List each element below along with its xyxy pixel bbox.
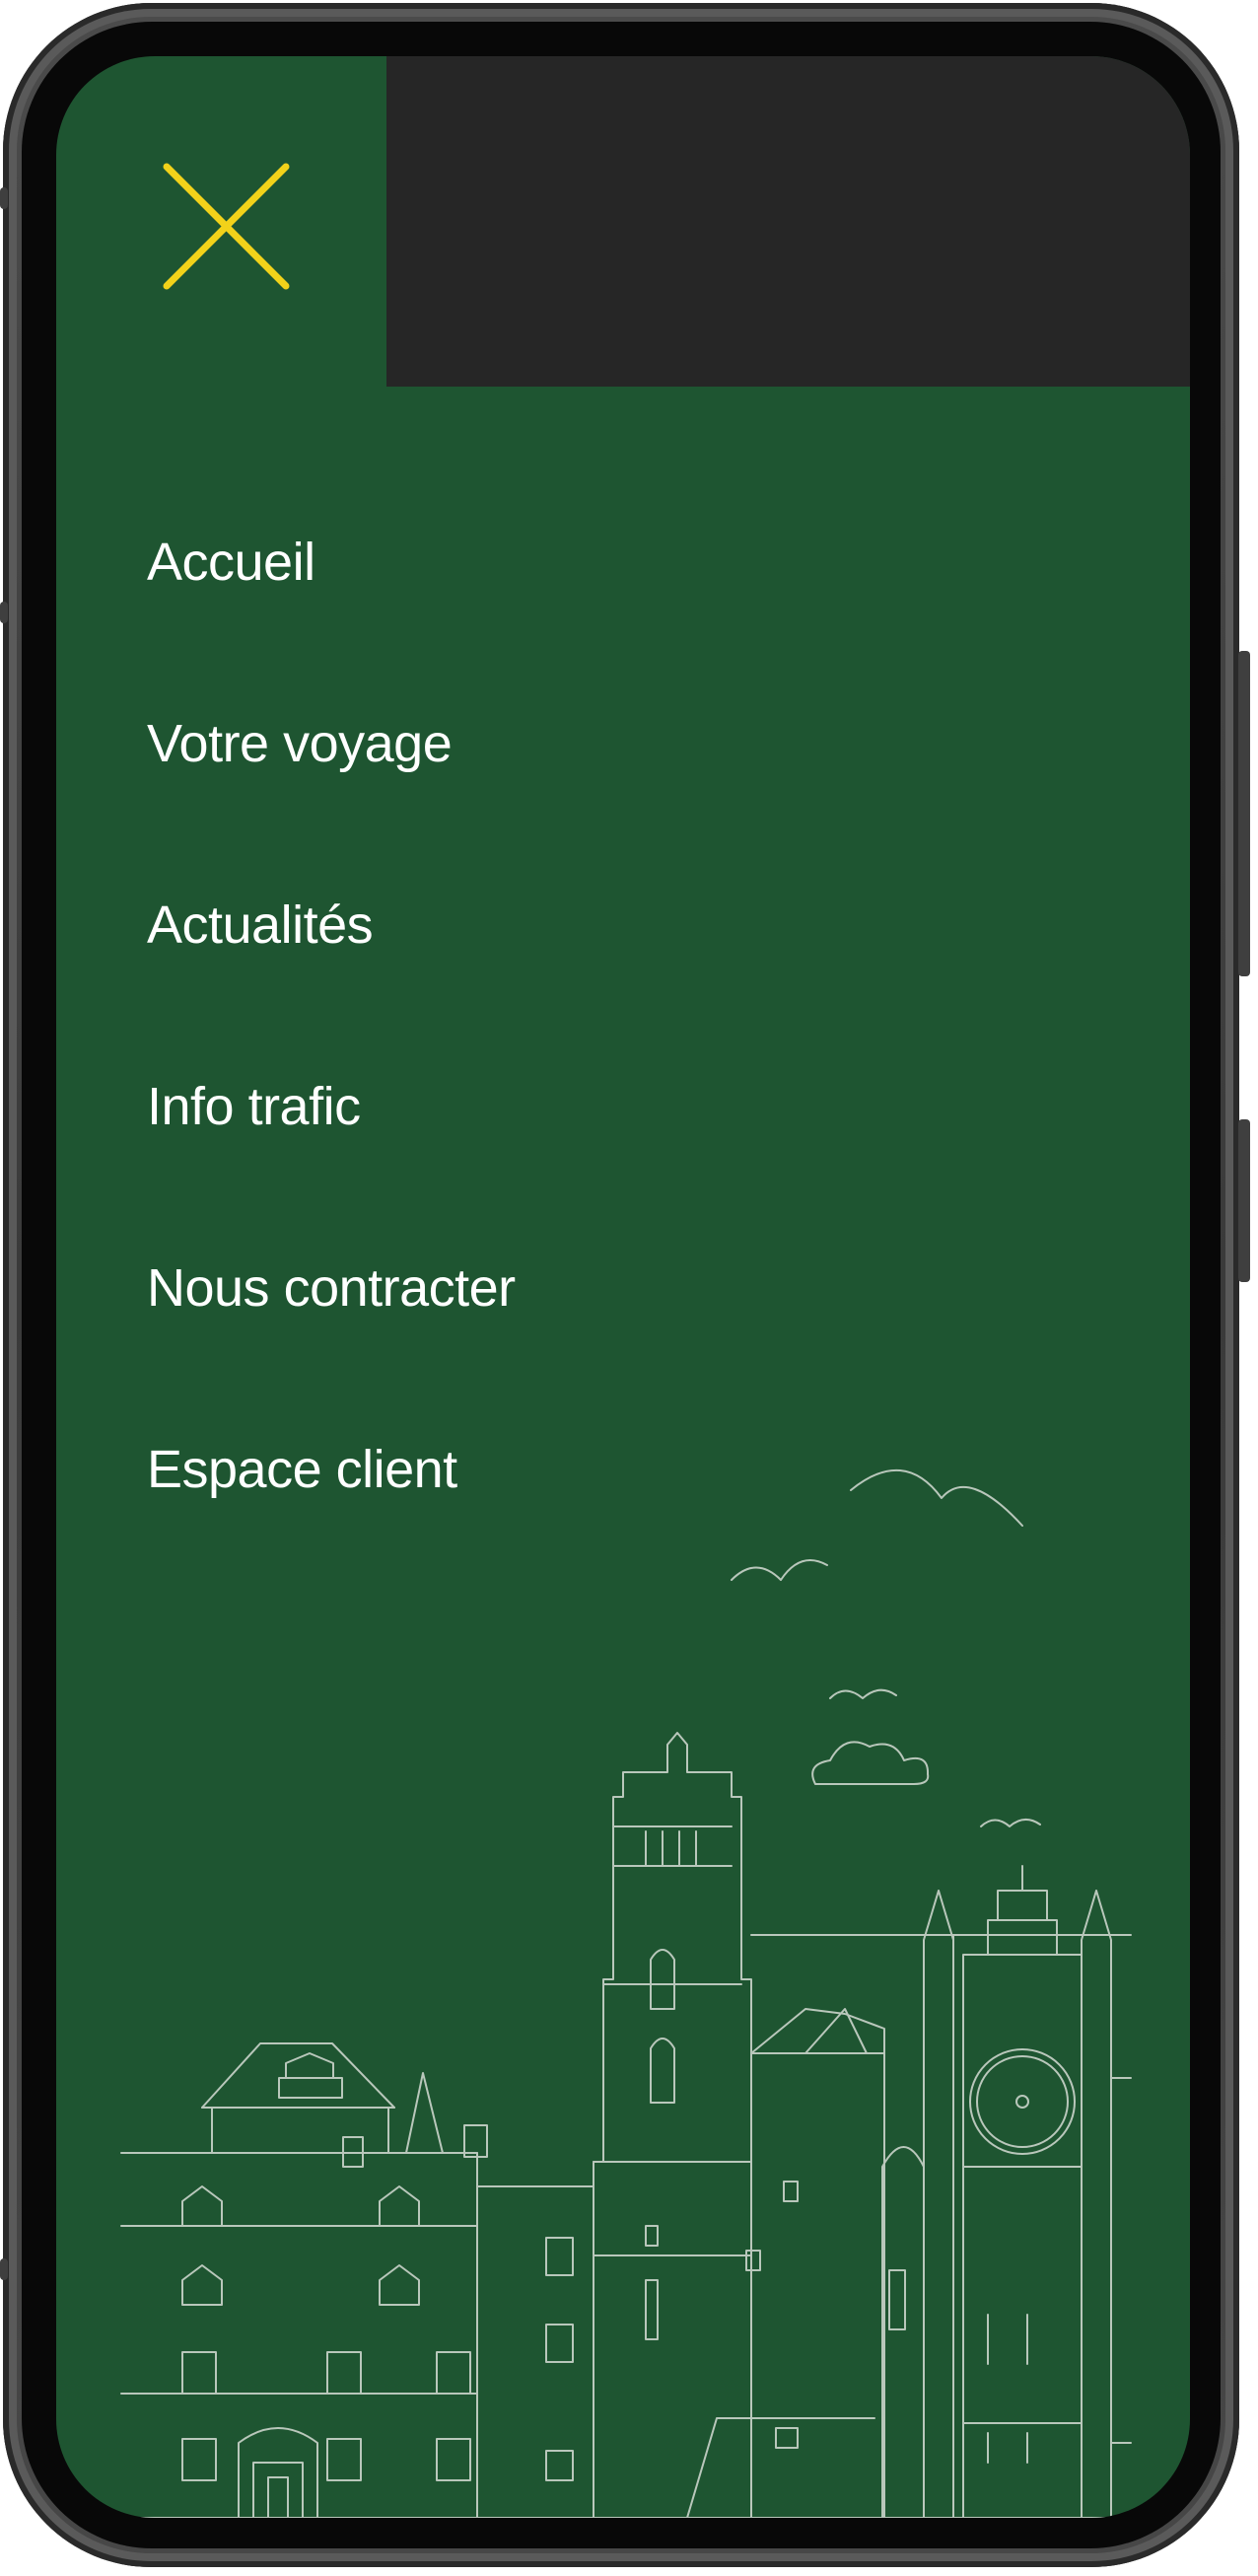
menu-link-espace-client[interactable]: Espace client	[147, 1437, 516, 1502]
menu-link-accueil[interactable]: Accueil	[147, 530, 516, 595]
left-building	[120, 2042, 488, 2518]
app-screen: Accueil Votre voyage Actualités Info tra…	[56, 56, 1190, 2518]
power-button	[1238, 651, 1250, 976]
cathedral-tower	[593, 1732, 752, 2518]
close-x-icon	[163, 163, 290, 290]
menu-link-nous-contracter[interactable]: Nous contracter	[147, 1255, 516, 1321]
volume-notch	[0, 2258, 8, 2280]
cloud-decoration	[811, 1741, 930, 1785]
menu-item-info-trafic: Info trafic	[147, 1074, 516, 1255]
volume-notch	[0, 187, 8, 209]
right-buildings	[686, 1865, 1132, 2518]
menu-link-info-trafic[interactable]: Info trafic	[147, 1074, 516, 1139]
menu-item-votre-voyage: Votre voyage	[147, 711, 516, 893]
menu-item-actualites: Actualités	[147, 893, 516, 1074]
volume-notch	[0, 602, 8, 623]
birds-decoration	[731, 1468, 1041, 1827]
header-dark-panel	[386, 56, 1190, 387]
main-menu: Accueil Votre voyage Actualités Info tra…	[147, 530, 516, 1618]
middle-building	[476, 2185, 594, 2518]
close-menu-button[interactable]	[155, 155, 298, 298]
menu-item-nous-contracter: Nous contracter	[147, 1255, 516, 1437]
side-button	[1238, 1119, 1250, 1282]
menu-item-espace-client: Espace client	[147, 1437, 516, 1618]
menu-link-actualites[interactable]: Actualités	[147, 893, 516, 958]
menu-item-accueil: Accueil	[147, 530, 516, 711]
menu-link-votre-voyage[interactable]: Votre voyage	[147, 711, 516, 776]
